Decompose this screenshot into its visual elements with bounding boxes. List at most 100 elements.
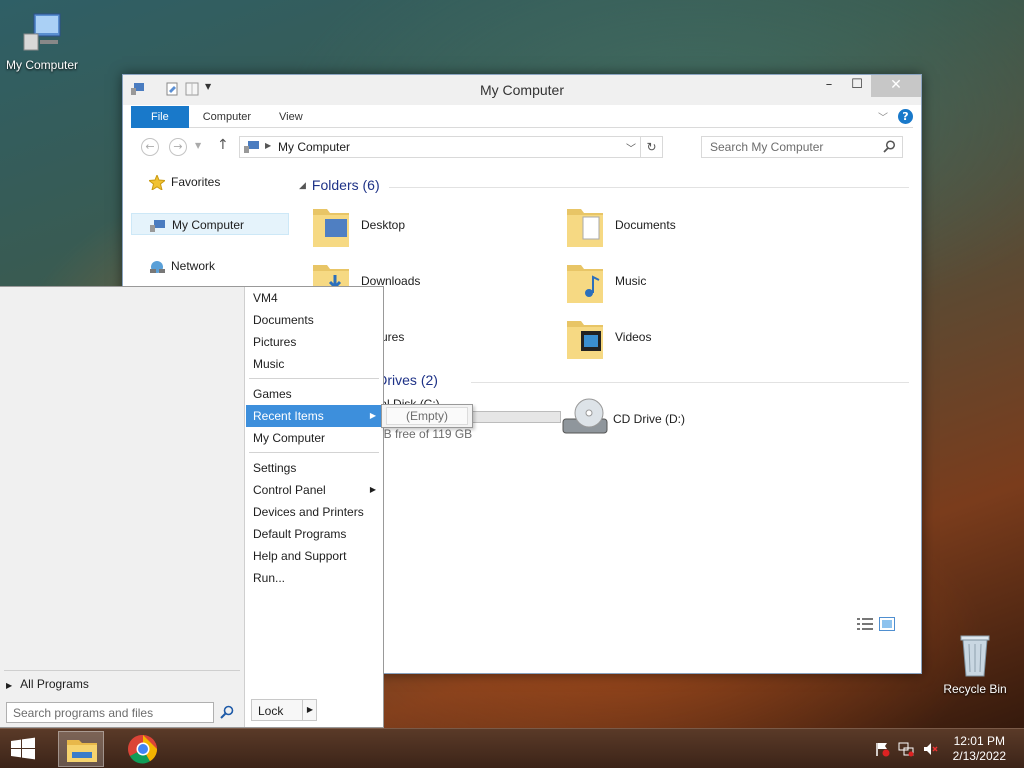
nav-item-label: Favorites bbox=[171, 175, 221, 189]
address-dropdown-icon[interactable]: ﹀ bbox=[626, 140, 636, 155]
recent-items-empty: (Empty) bbox=[386, 407, 468, 425]
item-label: Music bbox=[615, 274, 647, 288]
start-item-devices-printers[interactable]: Devices and Printers bbox=[246, 501, 382, 523]
breadcrumb-separator-icon: ▶ bbox=[265, 141, 272, 150]
folder-icon bbox=[313, 209, 349, 247]
computer-icon bbox=[20, 10, 64, 54]
item-label: Documents bbox=[615, 218, 676, 232]
item-label: Desktop bbox=[361, 218, 406, 232]
view-buttons bbox=[857, 617, 895, 631]
folder-icon bbox=[567, 265, 603, 303]
search-placeholder: Search My Computer bbox=[710, 140, 824, 154]
forward-button[interactable]: → bbox=[169, 138, 187, 156]
desktop-icon-label: My Computer bbox=[5, 58, 79, 72]
start-button[interactable] bbox=[0, 731, 46, 767]
up-arrow-icon[interactable]: ↑ bbox=[217, 137, 229, 153]
minimize-button[interactable]: – bbox=[815, 75, 843, 97]
lock-label: Lock bbox=[258, 704, 284, 718]
computer-small-icon bbox=[244, 140, 260, 157]
start-item-help-support[interactable]: Help and Support bbox=[246, 545, 382, 567]
computer-small-icon bbox=[150, 218, 166, 232]
start-item-recent-items[interactable]: Recent Items ▶ bbox=[246, 405, 382, 427]
start-item-label: Control Panel bbox=[253, 483, 326, 497]
start-search-input[interactable]: Search programs and files bbox=[6, 702, 214, 723]
clock-time: 12:01 PM bbox=[953, 734, 1005, 748]
start-item-label: Recent Items bbox=[253, 409, 324, 423]
start-menu-programs-pane: ▶ All Programs Search programs and files bbox=[0, 287, 244, 727]
tab-view[interactable]: View bbox=[265, 106, 317, 128]
chrome-icon bbox=[128, 734, 158, 764]
start-item-pictures[interactable]: Pictures bbox=[246, 331, 382, 353]
folder-icon bbox=[567, 209, 603, 247]
submenu-arrow-icon: ▶ bbox=[369, 411, 376, 420]
cd-drive-icon bbox=[562, 398, 608, 434]
recent-locations-icon[interactable]: ▼ bbox=[195, 141, 201, 150]
start-item-default-programs[interactable]: Default Programs bbox=[246, 523, 382, 545]
network-status-icon[interactable] bbox=[898, 741, 914, 757]
close-button[interactable]: ✕ bbox=[871, 75, 921, 97]
details-view-icon[interactable] bbox=[857, 617, 873, 631]
nav-item-my-computer[interactable]: My Computer bbox=[131, 213, 289, 235]
folder-item-desktop[interactable]: Desktop bbox=[311, 201, 511, 251]
search-icon[interactable] bbox=[883, 140, 896, 156]
search-icon[interactable] bbox=[220, 705, 234, 719]
clock-date: 2/13/2022 bbox=[952, 749, 1006, 763]
desktop-icon-label: Recycle Bin bbox=[943, 682, 1007, 696]
taskbar: 12:01 PM 2/13/2022 bbox=[0, 728, 1024, 768]
maximize-button[interactable]: ☐ bbox=[843, 75, 871, 97]
taskbar-chrome-button[interactable] bbox=[120, 731, 166, 767]
item-label: Videos bbox=[615, 330, 652, 344]
start-menu: ▶ All Programs Search programs and files … bbox=[0, 286, 384, 728]
taskbar-explorer-button[interactable] bbox=[58, 731, 104, 767]
nav-item-network[interactable]: Network bbox=[131, 255, 289, 277]
desktop-icon-recycle-bin[interactable]: Recycle Bin bbox=[933, 630, 1017, 696]
volume-muted-icon[interactable] bbox=[922, 741, 938, 757]
network-icon bbox=[149, 259, 165, 273]
recycle-bin-icon bbox=[955, 630, 995, 678]
windows-logo-icon bbox=[11, 737, 35, 760]
group-header-folders[interactable]: ◢ Folders (6) bbox=[299, 177, 380, 197]
start-item-documents[interactable]: Documents bbox=[246, 309, 382, 331]
start-item-control-panel[interactable]: Control Panel ▶ bbox=[246, 479, 382, 501]
start-item-games[interactable]: Games bbox=[246, 383, 382, 405]
refresh-icon[interactable]: ↻ bbox=[640, 137, 662, 157]
start-item-vm4[interactable]: VM4 bbox=[246, 287, 382, 309]
start-item-music[interactable]: Music bbox=[246, 353, 382, 375]
nav-item-label: Network bbox=[171, 259, 216, 273]
drive-item-cd-drive[interactable]: CD Drive (D:) bbox=[562, 395, 763, 445]
action-center-flag-icon[interactable] bbox=[874, 741, 890, 757]
ribbon-tabs: File Computer View ﹀ ? bbox=[131, 105, 913, 128]
file-explorer-icon bbox=[67, 740, 97, 762]
collapse-arrow-icon: ◢ bbox=[299, 180, 306, 190]
address-text: My Computer bbox=[278, 140, 351, 154]
folder-item-documents[interactable]: Documents bbox=[565, 201, 765, 251]
address-bar[interactable]: ▶ My Computer ﹀ ↻ bbox=[239, 136, 663, 158]
nav-item-favorites[interactable]: Favorites bbox=[131, 171, 289, 193]
star-icon bbox=[147, 173, 167, 192]
start-menu-places-pane: VM4 Documents Pictures Music Games Recen… bbox=[244, 287, 383, 727]
lock-button[interactable]: Lock ▶ bbox=[251, 699, 317, 721]
search-input[interactable]: Search My Computer bbox=[701, 136, 903, 158]
system-clock[interactable]: 12:01 PM 2/13/2022 bbox=[953, 734, 1006, 764]
submenu-arrow-icon: ▶ bbox=[369, 485, 376, 494]
tab-file[interactable]: File bbox=[131, 105, 189, 128]
tiles-view-icon[interactable] bbox=[879, 617, 895, 631]
item-label: CD Drive (D:) bbox=[613, 412, 685, 426]
shutdown-options-arrow-icon[interactable]: ▶ bbox=[302, 700, 317, 720]
recent-items-flyout: (Empty) bbox=[381, 404, 473, 428]
all-programs-button[interactable]: ▶ All Programs bbox=[6, 677, 89, 691]
start-item-settings[interactable]: Settings bbox=[246, 457, 382, 479]
title-bar[interactable]: ▼ My Computer – ☐ ✕ bbox=[123, 75, 921, 105]
window-title: My Computer bbox=[479, 82, 565, 98]
tab-computer[interactable]: Computer bbox=[189, 106, 265, 128]
desktop-icon-my-computer[interactable]: My Computer bbox=[0, 10, 84, 72]
triangle-right-icon: ▶ bbox=[6, 681, 13, 690]
folder-item-videos[interactable]: Videos bbox=[565, 313, 765, 363]
folder-item-music[interactable]: Music bbox=[565, 257, 765, 307]
all-programs-label: All Programs bbox=[20, 677, 89, 691]
back-button[interactable]: ← bbox=[141, 138, 159, 156]
expand-ribbon-icon[interactable]: ﹀ bbox=[878, 109, 888, 124]
start-item-run[interactable]: Run... bbox=[246, 567, 382, 589]
start-item-my-computer[interactable]: My Computer bbox=[246, 427, 382, 449]
help-icon[interactable]: ? bbox=[898, 109, 913, 124]
